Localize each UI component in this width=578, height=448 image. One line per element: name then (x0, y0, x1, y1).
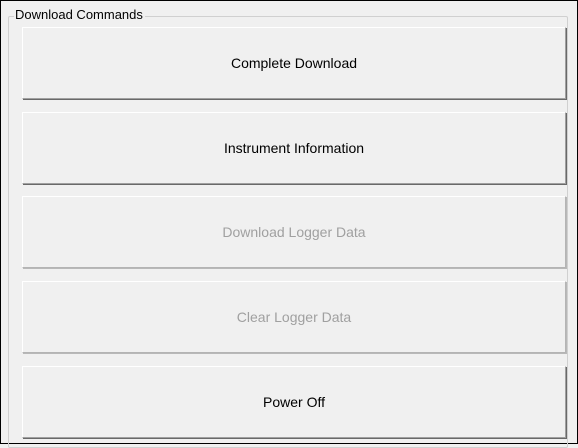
complete-download-button[interactable]: Complete Download (22, 27, 566, 99)
instrument-information-label: Instrument Information (223, 140, 365, 156)
group-title: Download Commands (14, 7, 145, 23)
instrument-information-button[interactable]: Instrument Information (22, 112, 566, 184)
download-logger-data-button: Download Logger Data (22, 196, 566, 268)
download-logger-data-label: Download Logger Data (222, 224, 366, 240)
complete-download-label: Complete Download (230, 55, 358, 71)
clear-logger-data-button: Clear Logger Data (22, 281, 566, 353)
power-off-button[interactable]: Power Off (22, 366, 566, 438)
power-off-label: Power Off (263, 394, 325, 410)
clear-logger-data-label: Clear Logger Data (236, 309, 352, 325)
